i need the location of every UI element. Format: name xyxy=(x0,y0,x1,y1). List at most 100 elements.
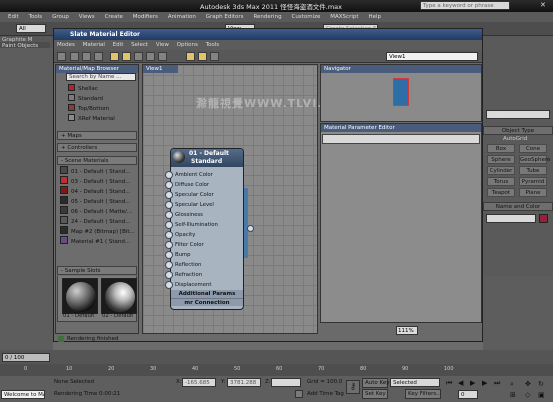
box-button[interactable]: Box xyxy=(487,144,515,153)
selected-dropdown[interactable]: Selected xyxy=(390,378,440,387)
set-key-button[interactable]: Set Key xyxy=(362,389,388,399)
table-row[interactable]: 04 - Default ( Stand... xyxy=(60,186,130,196)
geosphere-button[interactable]: GeoSphere xyxy=(519,155,550,164)
close-icon[interactable]: ✕ xyxy=(540,1,546,9)
orbit-icon[interactable]: ↻ xyxy=(538,380,544,388)
assign-material-icon[interactable] xyxy=(94,52,103,61)
view-select-dropdown[interactable]: View1 xyxy=(386,52,478,61)
maps-group[interactable]: + Maps xyxy=(57,131,137,140)
tube-button[interactable]: Tube xyxy=(519,166,547,175)
teapot-button[interactable]: Teapot xyxy=(487,188,515,197)
menu-graph-editors[interactable]: Graph Editors xyxy=(206,12,244,22)
auto-key-button[interactable]: Auto Key xyxy=(362,378,390,388)
object-name-field[interactable] xyxy=(486,214,536,223)
list-item[interactable]: Top/Bottom xyxy=(68,104,109,113)
put-to-scene-icon[interactable] xyxy=(82,52,91,61)
input-socket-icon[interactable] xyxy=(165,241,173,249)
sme-menu-select[interactable]: Select xyxy=(131,42,148,48)
frame-indicator[interactable]: 0 / 100 xyxy=(2,353,50,362)
input-socket-icon[interactable] xyxy=(165,191,173,199)
tab-view1[interactable]: View1 xyxy=(143,65,178,73)
table-row[interactable]: 06 - Default ( Matte/... xyxy=(60,206,132,216)
welcome-field[interactable]: Welcome to MAX! xyxy=(1,390,45,399)
cylinder-button[interactable]: Cylinder xyxy=(487,166,515,175)
menu-help[interactable]: Help xyxy=(368,12,381,22)
sme-menu-options[interactable]: Options xyxy=(177,42,198,48)
maximize-viewport-icon[interactable]: ▣ xyxy=(538,391,545,399)
browser-search-input[interactable]: Search by Name ... xyxy=(66,73,136,81)
pick-material-icon[interactable] xyxy=(70,52,79,61)
input-socket-icon[interactable] xyxy=(165,171,173,179)
time-slider[interactable]: 0 / 100 xyxy=(0,350,553,364)
list-item[interactable]: XRef Material xyxy=(68,114,115,123)
list-item[interactable]: Shellac xyxy=(68,84,98,93)
show-map-icon[interactable] xyxy=(122,52,131,61)
key-filters-button[interactable]: Key Filters... xyxy=(405,389,441,399)
input-socket-icon[interactable] xyxy=(165,201,173,209)
node-slot[interactable]: Bump xyxy=(165,250,244,260)
sample-slots-group[interactable]: - Sample Slots xyxy=(57,266,137,275)
node-output-socket[interactable] xyxy=(247,225,254,232)
menu-edit[interactable]: Edit xyxy=(8,12,19,22)
menu-tools[interactable]: Tools xyxy=(29,12,43,22)
previous-frame-icon[interactable]: ◀ xyxy=(458,379,463,387)
viewport-left[interactable] xyxy=(0,48,53,350)
mr-connection-rollout[interactable]: mr Connection xyxy=(171,298,243,306)
reset-map-icon[interactable] xyxy=(110,52,119,61)
pan-icon[interactable]: ✥ xyxy=(525,380,531,388)
torus-button[interactable]: Torus xyxy=(487,177,515,186)
node-slot[interactable]: Specular Color xyxy=(165,190,244,200)
hide-unused-icon[interactable] xyxy=(186,52,195,61)
table-row[interactable]: 05 - Default ( Stand... xyxy=(60,196,130,206)
menu-views[interactable]: Views xyxy=(79,12,95,22)
current-frame-field[interactable]: 0 xyxy=(458,390,478,399)
table-row[interactable]: 01 - Default ( Stand... xyxy=(60,166,130,176)
input-socket-icon[interactable] xyxy=(165,211,173,219)
input-socket-icon[interactable] xyxy=(165,261,173,269)
filter-dropdown[interactable]: All xyxy=(16,24,46,33)
sample-slot-1[interactable] xyxy=(62,278,98,314)
node-slot[interactable]: Filter Color xyxy=(165,240,244,250)
autogrid-checkbox[interactable]: AutoGrid xyxy=(503,136,527,142)
navigator-view-rect[interactable] xyxy=(393,78,409,106)
input-socket-icon[interactable] xyxy=(165,271,173,279)
layout-icon[interactable] xyxy=(146,52,155,61)
sample-slot-2[interactable] xyxy=(101,278,137,314)
node-slot[interactable]: Self-Illumination xyxy=(165,220,244,230)
menu-maxscript[interactable]: MAXScript xyxy=(330,12,358,22)
sme-menu-view[interactable]: View xyxy=(156,42,169,48)
go-to-start-icon[interactable]: ⏮ xyxy=(446,379,452,388)
fov-icon[interactable]: ◇ xyxy=(525,391,530,399)
x-coord-field[interactable]: -165.685 xyxy=(182,378,216,387)
node-slot[interactable]: Displacement xyxy=(165,280,244,290)
node-slot[interactable]: Opacity xyxy=(165,230,244,240)
input-socket-icon[interactable] xyxy=(165,221,173,229)
browser-toggle-icon[interactable] xyxy=(210,52,219,61)
table-row[interactable]: Material #1 ( Stand... xyxy=(60,236,130,246)
play-icon[interactable]: ▶ xyxy=(470,379,475,387)
input-socket-icon[interactable] xyxy=(165,231,173,239)
menu-modifiers[interactable]: Modifiers xyxy=(133,12,158,22)
input-socket-icon[interactable] xyxy=(165,181,173,189)
menu-create[interactable]: Create xyxy=(105,12,123,22)
node-slot[interactable]: Specular Level xyxy=(165,200,244,210)
list-item[interactable]: Standard xyxy=(68,94,103,103)
additional-params-rollout[interactable]: Additional Params xyxy=(171,290,243,298)
menu-group[interactable]: Group xyxy=(52,12,69,22)
table-row[interactable]: 24 - Default ( Stand... xyxy=(60,216,130,226)
node-slot[interactable]: Ambient Color xyxy=(165,170,244,180)
object-color-swatch[interactable] xyxy=(539,214,548,223)
sme-menu-material[interactable]: Material xyxy=(83,42,105,48)
add-time-tag[interactable]: Add Time Tag xyxy=(307,391,344,397)
scene-materials-group[interactable]: - Scene Materials xyxy=(57,156,137,165)
z-coord-field[interactable] xyxy=(271,378,301,387)
object-type-rollout[interactable]: Object Type xyxy=(483,126,553,135)
key-icon[interactable]: ⚷ xyxy=(346,380,360,394)
node-slot[interactable]: Reflection xyxy=(165,260,244,270)
controllers-group[interactable]: + Controllers xyxy=(57,143,137,152)
plane-button[interactable]: Plane xyxy=(519,188,547,197)
menu-rendering[interactable]: Rendering xyxy=(253,12,281,22)
input-socket-icon[interactable] xyxy=(165,281,173,289)
zoom-icon[interactable]: ⌕ xyxy=(510,380,514,389)
zoom-level-dropdown[interactable]: 111% xyxy=(396,326,418,335)
